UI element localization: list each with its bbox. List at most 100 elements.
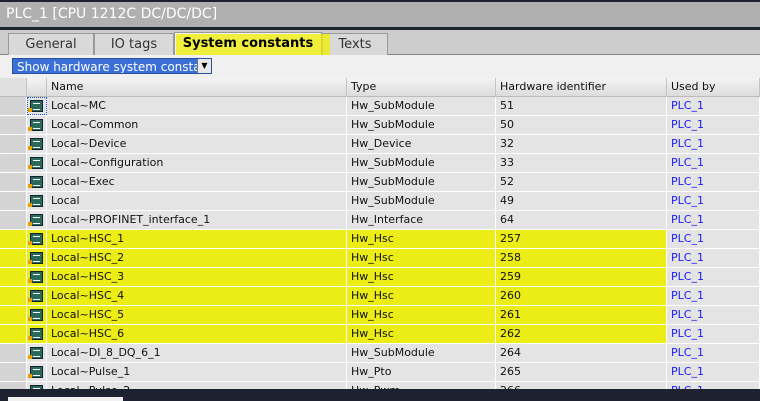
hardware-id-cell: 33 [496,154,667,172]
row-header[interactable] [0,211,27,229]
used-by-link[interactable]: PLC_1 [667,192,760,210]
table-row[interactable]: Local~Common Hw_SubModule 50 PLC_1 [0,116,760,135]
table-row[interactable]: Local~HSC_5 Hw_Hsc 261 PLC_1 [0,306,760,325]
system-constant-icon [28,309,43,321]
header-corner[interactable] [0,78,27,96]
hardware-id-cell: 52 [496,173,667,191]
hardware-id-cell: 260 [496,287,667,305]
row-header[interactable] [0,135,27,153]
type-cell: Hw_SubModule [347,97,496,115]
table-row[interactable]: Local~DI_8_DQ_6_1 Hw_SubModule 264 PLC_1 [0,344,760,363]
name-cell[interactable]: Local~Device [47,135,347,153]
row-header[interactable] [0,363,27,381]
table-row[interactable]: Local~HSC_4 Hw_Hsc 260 PLC_1 [0,287,760,306]
used-by-link[interactable]: PLC_1 [667,116,760,134]
type-cell: Hw_Interface [347,211,496,229]
row-header[interactable] [0,344,27,362]
row-header[interactable] [0,306,27,324]
used-by-link[interactable]: PLC_1 [667,154,760,172]
system-constant-icon [28,233,43,245]
name-cell[interactable]: Local~Pulse_2 [47,382,347,389]
icon-cell [27,268,47,286]
type-cell: Hw_Hsc [347,268,496,286]
name-cell[interactable]: Local~Pulse_1 [47,363,347,381]
table-row[interactable]: Local~HSC_1 Hw_Hsc 257 PLC_1 [0,230,760,249]
used-by-link[interactable]: PLC_1 [667,363,760,381]
tab-bar: General IO tags System constants Texts [0,30,760,56]
name-cell[interactable]: Local~Exec [47,173,347,191]
used-by-link[interactable]: PLC_1 [667,344,760,362]
table-row[interactable]: Local~Exec Hw_SubModule 52 PLC_1 [0,173,760,192]
name-cell[interactable]: Local~Common [47,116,347,134]
used-by-link[interactable]: PLC_1 [667,173,760,191]
icon-cell [27,287,47,305]
name-cell[interactable]: Local~PROFINET_interface_1 [47,211,347,229]
used-by-link[interactable]: PLC_1 [667,97,760,115]
system-constant-icon [28,252,43,264]
bottom-tab[interactable] [8,397,123,401]
table-row[interactable]: Local Hw_SubModule 49 PLC_1 [0,192,760,211]
row-header[interactable] [0,230,27,248]
table-row[interactable]: Local~Pulse_1 Hw_Pto 265 PLC_1 [0,363,760,382]
row-header[interactable] [0,173,27,191]
table-row[interactable]: Local~PROFINET_interface_1 Hw_Interface … [0,211,760,230]
used-by-link[interactable]: PLC_1 [667,306,760,324]
header-used-by[interactable]: Used by [667,78,760,96]
row-header[interactable] [0,287,27,305]
header-hardware-identifier[interactable]: Hardware identifier [496,78,667,96]
table-header: Name Type Hardware identifier Used by [0,78,760,97]
used-by-link[interactable]: PLC_1 [667,135,760,153]
hardware-id-cell: 64 [496,211,667,229]
name-cell[interactable]: Local~HSC_3 [47,268,347,286]
hardware-id-cell: 51 [496,97,667,115]
type-cell: Hw_Pto [347,363,496,381]
name-cell[interactable]: Local~HSC_1 [47,230,347,248]
table-row[interactable]: Local~Device Hw_Device 32 PLC_1 [0,135,760,154]
used-by-link[interactable]: PLC_1 [667,382,760,389]
row-header[interactable] [0,268,27,286]
tab-io-tags[interactable]: IO tags [94,33,174,55]
table-row[interactable]: Local~HSC_3 Hw_Hsc 259 PLC_1 [0,268,760,287]
system-constants-table: Name Type Hardware identifier Used by Lo… [0,78,760,389]
icon-cell [27,211,47,229]
used-by-link[interactable]: PLC_1 [667,287,760,305]
name-cell[interactable]: Local~HSC_4 [47,287,347,305]
header-type[interactable]: Type [347,78,496,96]
tab-general[interactable]: General [8,33,94,55]
row-header[interactable] [0,116,27,134]
row-header[interactable] [0,382,27,389]
tab-texts[interactable]: Texts [322,33,388,55]
name-cell[interactable]: Local~HSC_6 [47,325,347,343]
system-constant-icon [28,271,43,283]
used-by-link[interactable]: PLC_1 [667,325,760,343]
hardware-id-cell: 265 [496,363,667,381]
name-cell[interactable]: Local~Configuration [47,154,347,172]
row-header[interactable] [0,249,27,267]
system-constant-icon [28,328,43,340]
used-by-link[interactable]: PLC_1 [667,268,760,286]
chevron-down-icon[interactable]: ▼ [197,59,211,73]
constant-filter-dropdown[interactable]: Show hardware system constant ▼ [12,58,212,74]
name-cell[interactable]: Local~MC [47,97,347,115]
table-row[interactable]: Local~Configuration Hw_SubModule 33 PLC_… [0,154,760,173]
used-by-link[interactable]: PLC_1 [667,249,760,267]
system-constant-icon [28,195,43,207]
table-row[interactable]: Local~Pulse_2 Hw_Pwm 266 PLC_1 [0,382,760,389]
bottom-bar [0,389,760,401]
table-row[interactable]: Local~MC Hw_SubModule 51 PLC_1 [0,97,760,116]
used-by-link[interactable]: PLC_1 [667,230,760,248]
name-cell[interactable]: Local [47,192,347,210]
name-cell[interactable]: Local~DI_8_DQ_6_1 [47,344,347,362]
table-row[interactable]: Local~HSC_2 Hw_Hsc 258 PLC_1 [0,249,760,268]
name-cell[interactable]: Local~HSC_2 [47,249,347,267]
name-cell[interactable]: Local~HSC_5 [47,306,347,324]
hardware-id-cell: 49 [496,192,667,210]
icon-cell [27,192,47,210]
row-header[interactable] [0,325,27,343]
row-header[interactable] [0,154,27,172]
header-name[interactable]: Name [47,78,347,96]
row-header[interactable] [0,192,27,210]
table-row[interactable]: Local~HSC_6 Hw_Hsc 262 PLC_1 [0,325,760,344]
row-header[interactable] [0,97,27,115]
used-by-link[interactable]: PLC_1 [667,211,760,229]
